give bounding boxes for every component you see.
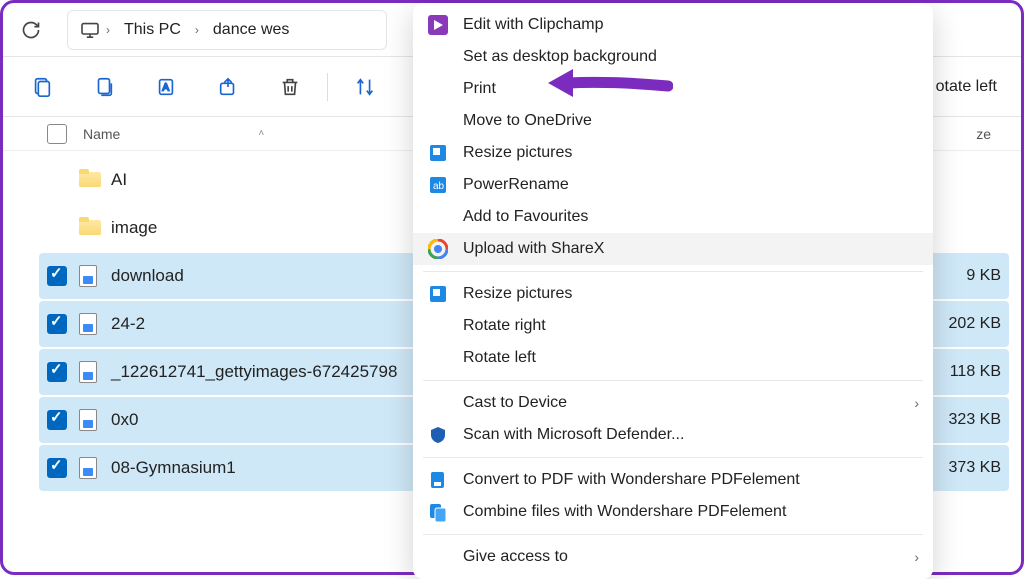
menu-item[interactable]: Edit with Clipchamp [413, 9, 933, 41]
menu-item[interactable]: Convert to PDF with Wondershare PDFeleme… [413, 464, 933, 496]
menu-item[interactable]: ab PowerRename [413, 169, 933, 201]
menu-separator [423, 271, 923, 272]
resize-blue-icon [427, 283, 449, 305]
image-file-icon [79, 409, 101, 431]
column-name[interactable]: Name˄ [83, 126, 264, 142]
menu-item-label: Resize pictures [463, 285, 919, 303]
cut-button[interactable] [21, 66, 63, 108]
pdf-blue-icon [427, 469, 449, 491]
file-size: 202 KB [941, 315, 1001, 333]
folder-icon [79, 169, 101, 191]
menu-icon-blank [427, 392, 449, 414]
rename-blue-icon: ab [427, 174, 449, 196]
menu-item[interactable]: Print [413, 73, 933, 105]
menu-item[interactable]: Upload with ShareX [413, 233, 933, 265]
menu-item-label: Add to Favourites [463, 208, 919, 226]
clipchamp-icon [427, 14, 449, 36]
menu-item[interactable]: Set as desktop background [413, 41, 933, 73]
menu-item[interactable]: Rotate left [413, 342, 933, 374]
chevron-right-icon: › [914, 549, 919, 565]
sort-indicator-icon: ˄ [258, 128, 264, 139]
menu-item-label: Scan with Microsoft Defender... [463, 426, 919, 444]
menu-item-label: Rotate right [463, 317, 919, 335]
menu-item[interactable]: Give access to› [413, 541, 933, 573]
menu-item[interactable]: Add to Favourites [413, 201, 933, 233]
row-checkbox[interactable] [47, 410, 67, 430]
toolbar-divider [327, 73, 328, 101]
file-size: 118 KB [941, 363, 1001, 381]
column-size-partial[interactable]: ze [976, 126, 1009, 142]
row-checkbox[interactable] [47, 266, 67, 286]
breadcrumb-folder[interactable]: dance wes [205, 17, 298, 43]
menu-item-label: Convert to PDF with Wondershare PDFeleme… [463, 471, 919, 489]
select-all-checkbox[interactable] [47, 124, 67, 144]
chevron-right-icon: › [106, 23, 110, 37]
menu-item-label: Give access to [463, 548, 914, 566]
menu-item-label: Rotate left [463, 349, 919, 367]
resize-blue-icon [427, 142, 449, 164]
menu-item[interactable]: Rotate right [413, 310, 933, 342]
breadcrumb[interactable]: › This PC › dance wes [67, 10, 387, 50]
menu-icon-blank [427, 347, 449, 369]
menu-item-label: Combine files with Wondershare PDFelemen… [463, 503, 919, 521]
rotate-left-label-partial[interactable]: otate left [936, 78, 1013, 96]
row-checkbox[interactable] [47, 458, 67, 478]
menu-item-label: Upload with ShareX [463, 240, 919, 258]
file-size: 373 KB [941, 459, 1001, 477]
sharex-icon [427, 238, 449, 260]
menu-item[interactable]: Move to OneDrive [413, 105, 933, 137]
chevron-right-icon: › [195, 23, 199, 37]
menu-icon-blank [427, 315, 449, 337]
menu-icon-blank [427, 206, 449, 228]
menu-item[interactable]: Combine files with Wondershare PDFelemen… [413, 496, 933, 528]
menu-item[interactable]: Cast to Device› [413, 387, 933, 419]
copy-button[interactable] [83, 66, 125, 108]
svg-text:A: A [162, 82, 169, 93]
menu-item-label: Move to OneDrive [463, 112, 919, 130]
folder-icon [79, 217, 101, 239]
image-file-icon [79, 361, 101, 383]
image-file-icon [79, 265, 101, 287]
refresh-button[interactable] [11, 10, 51, 50]
context-menu: Edit with Clipchamp Set as desktop backgr… [413, 3, 933, 579]
file-size: 323 KB [941, 411, 1001, 429]
menu-separator [423, 457, 923, 458]
menu-item[interactable]: Resize pictures [413, 137, 933, 169]
menu-item-label: Set as desktop background [463, 48, 919, 66]
svg-text:ab: ab [433, 181, 445, 192]
menu-item[interactable]: Scan with Microsoft Defender... [413, 419, 933, 451]
menu-icon-blank [427, 46, 449, 68]
menu-icon-blank [427, 546, 449, 568]
share-button[interactable] [207, 66, 249, 108]
image-file-icon [79, 457, 101, 479]
menu-item-label: PowerRename [463, 176, 919, 194]
menu-separator [423, 534, 923, 535]
menu-item-label: Edit with Clipchamp [463, 16, 919, 34]
breadcrumb-this-pc[interactable]: This PC [116, 17, 189, 43]
chevron-right-icon: › [914, 395, 919, 411]
menu-item-label: Cast to Device [463, 394, 914, 412]
menu-item[interactable]: Resize pictures [413, 278, 933, 310]
image-file-icon [79, 313, 101, 335]
file-size: 9 KB [941, 267, 1001, 285]
menu-item-label: Resize pictures [463, 144, 919, 162]
menu-item-label: Print [463, 80, 919, 98]
sort-button[interactable] [344, 66, 386, 108]
menu-icon-blank [427, 78, 449, 100]
shield-icon [427, 424, 449, 446]
pdf-combine-icon [427, 501, 449, 523]
rename-button[interactable]: A [145, 66, 187, 108]
row-checkbox[interactable] [47, 362, 67, 382]
delete-button[interactable] [269, 66, 311, 108]
menu-separator [423, 380, 923, 381]
monitor-icon [80, 22, 100, 38]
menu-icon-blank [427, 110, 449, 132]
row-checkbox[interactable] [47, 314, 67, 334]
